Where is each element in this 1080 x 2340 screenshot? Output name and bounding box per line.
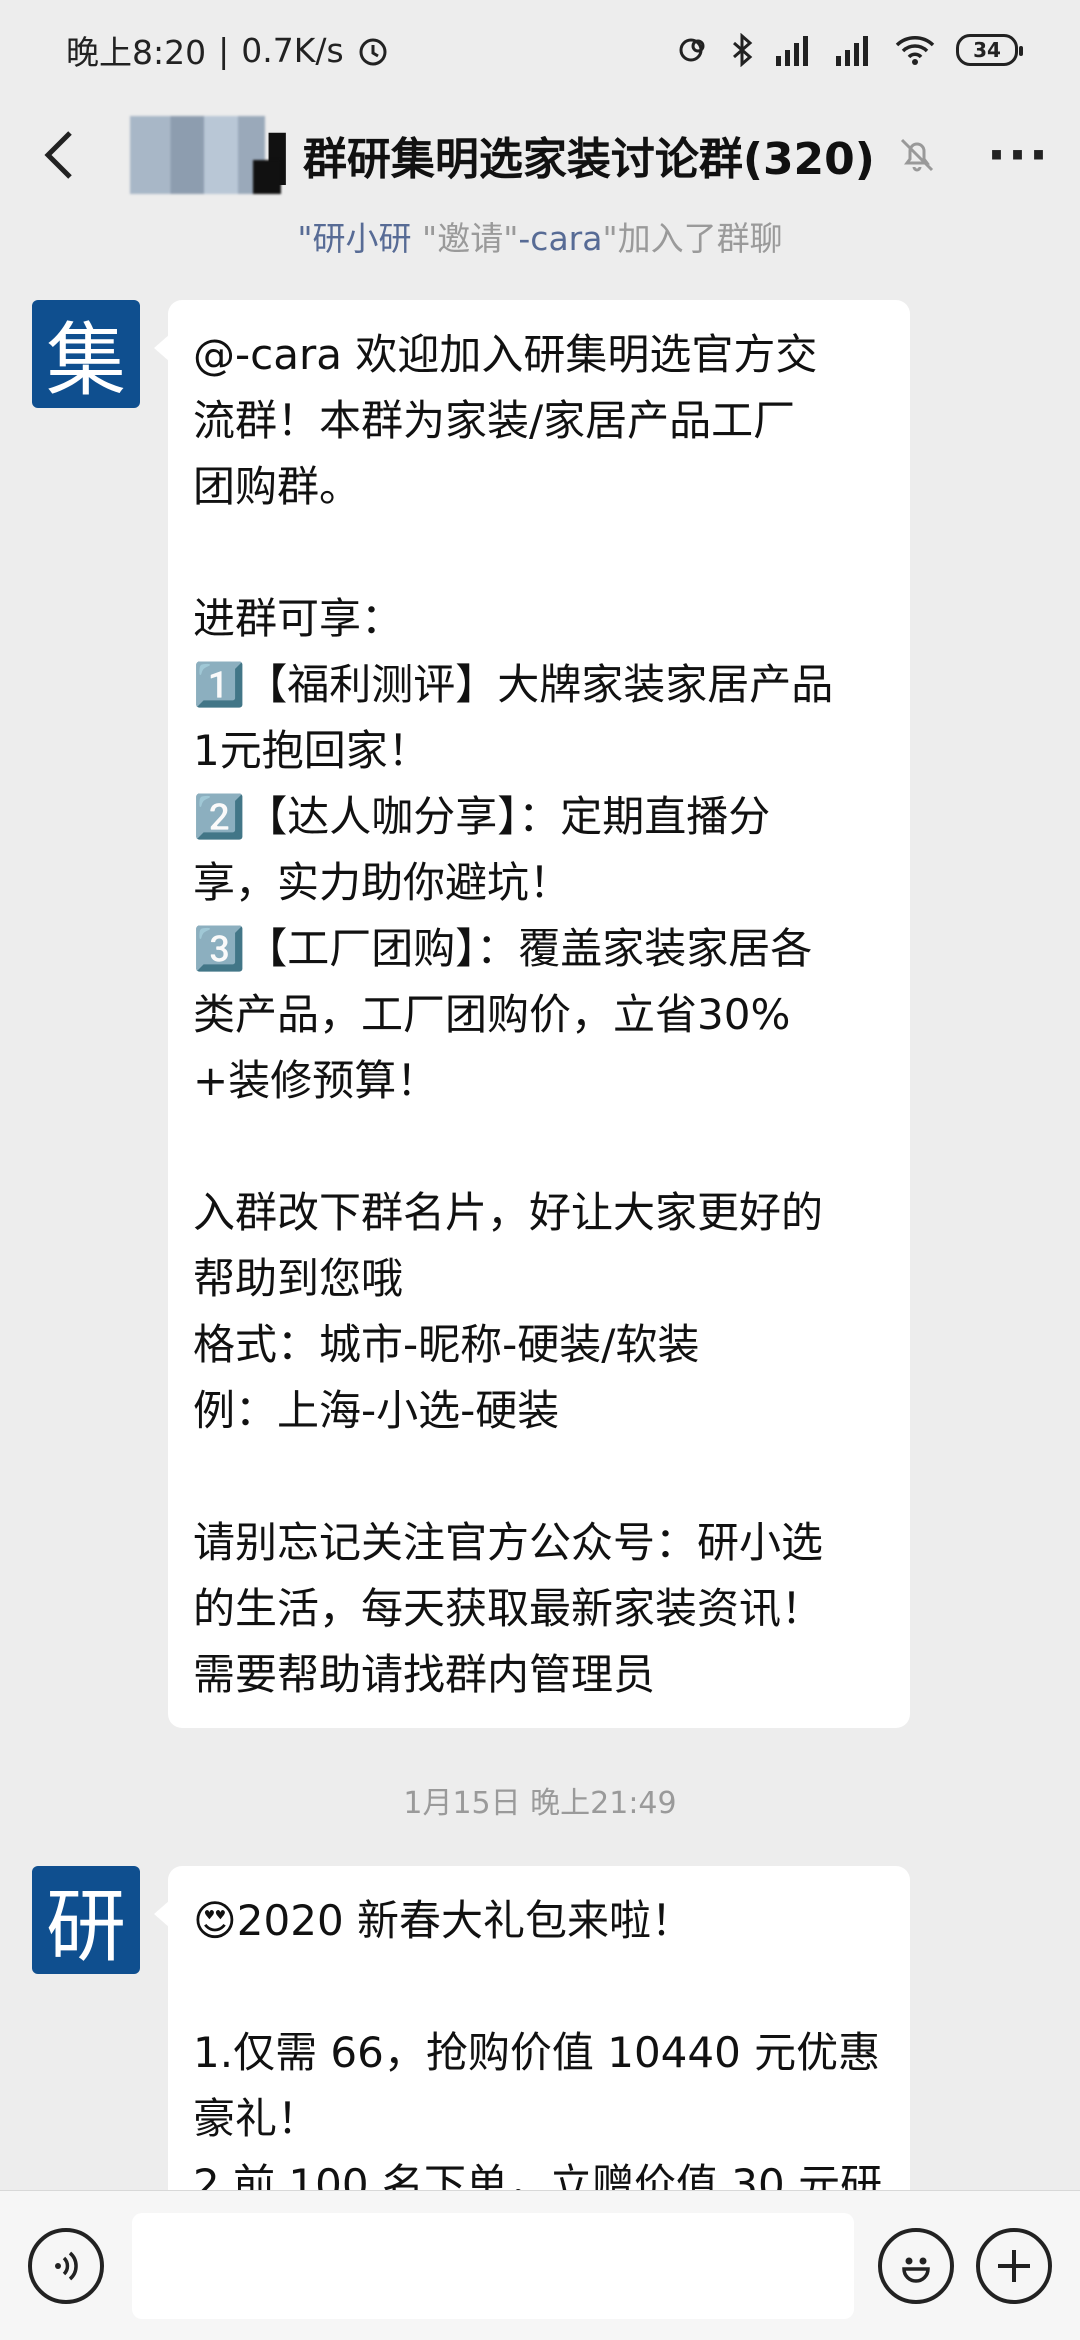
signal-icon [776, 36, 808, 66]
bluetooth-icon [733, 33, 753, 67]
chat-header: ▌群研集明选家装讨论群(320) ··· [0, 100, 1080, 210]
input-bar [0, 2190, 1080, 2340]
mute-bell-icon [900, 138, 933, 172]
link-icon [679, 38, 705, 62]
message-input[interactable] [132, 2212, 854, 2319]
inviter-name[interactable]: "研小研 [297, 219, 411, 258]
battery-level: 34 [973, 38, 1001, 62]
plus-icon[interactable] [976, 2227, 1052, 2304]
status-divider: | [218, 30, 230, 70]
avatar-ji[interactable]: 集 [32, 300, 140, 408]
status-right: 34 [676, 33, 1023, 67]
more-icon[interactable]: ··· [987, 126, 1050, 184]
back-arrow-icon[interactable] [30, 125, 90, 185]
invite-action: "邀请" [422, 219, 519, 258]
status-time: 晚上8:20 [66, 33, 207, 72]
status-left: 晚上8:20 | 0.7K/s [66, 26, 390, 74]
signal-icon-2 [836, 36, 868, 66]
welcome-bubble[interactable]: @-cara 欢迎加入研集明选官方交 流群！本群为家装/家居产品工厂 团购群。 … [154, 300, 910, 1728]
network-speed: 0.7K/s [241, 30, 344, 70]
join-suffix: "加入了群聊 [602, 219, 783, 258]
wifi-icon [895, 36, 935, 65]
group-title[interactable]: ▌群研集明选家装讨论群(320) [269, 123, 875, 187]
system-join-message: "研小研 "邀请"-cara"加入了群聊 [0, 212, 1080, 260]
voice-icon[interactable] [28, 2227, 104, 2304]
blurred-group-name-part [130, 116, 281, 194]
battery-icon: 34 [956, 34, 1023, 66]
status-bar: 晚上8:20 | 0.7K/s 34 [0, 0, 1080, 100]
avatar-yan[interactable]: 研 [32, 1866, 140, 1974]
alarm-icon [359, 38, 387, 66]
message-timestamp: 1月15日 晚上21:49 [403, 1786, 677, 1821]
emoji-icon[interactable] [878, 2227, 954, 2304]
invitee-name[interactable]: -cara [518, 219, 602, 258]
gift-bubble[interactable]: 😍2020 新春大礼包来啦！ 1.仅需 66，抢购价值 10440 元优惠 豪礼… [154, 1866, 910, 2226]
